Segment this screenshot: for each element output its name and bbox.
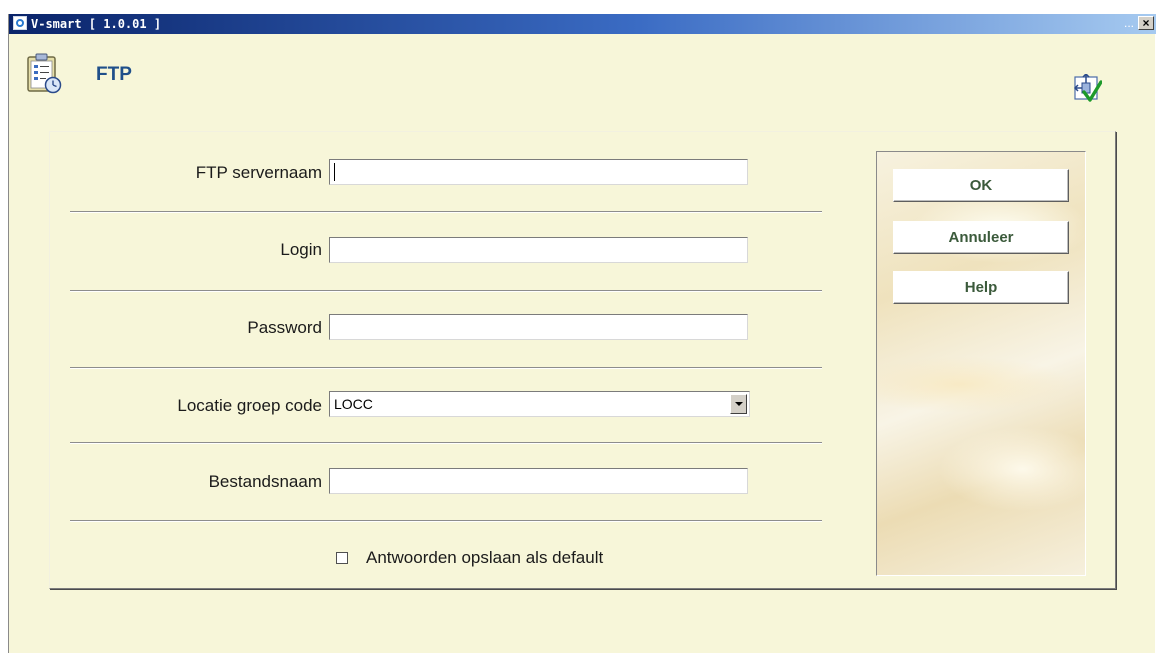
password-label: Password [247, 318, 322, 337]
filename-label: Bestandsnaam [208, 472, 322, 491]
window-title: V-smart [ 1.0.01 ] [31, 17, 162, 31]
close-button[interactable]: × [1138, 16, 1154, 30]
login-label: Login [280, 240, 322, 259]
app-icon [13, 16, 27, 30]
cancel-button[interactable]: Annuleer [893, 221, 1069, 254]
location-group-value: LOCC [334, 396, 373, 412]
title-bar[interactable]: V-smart [ 1.0.01 ] ... × [9, 14, 1156, 34]
divider [70, 211, 822, 213]
divider [70, 367, 822, 369]
save-default-checkbox[interactable] [336, 552, 348, 564]
page-title: FTP [96, 64, 132, 85]
help-button[interactable]: Help [893, 271, 1069, 304]
clipboard-clock-icon [27, 53, 62, 94]
filename-input[interactable] [329, 468, 748, 494]
ok-button[interactable]: OK [893, 169, 1069, 202]
divider [70, 520, 822, 522]
password-input[interactable] [329, 314, 748, 340]
location-group-label: Locatie groep code [177, 396, 322, 415]
login-input[interactable] [329, 237, 748, 263]
ftp-server-input[interactable] [329, 159, 748, 185]
move-checkmark-icon[interactable] [1074, 74, 1102, 102]
title-overflow-dots: ... [1123, 16, 1134, 30]
divider [70, 290, 822, 292]
location-group-select[interactable]: LOCC [329, 391, 750, 417]
text-caret [334, 163, 335, 181]
save-default-label: Antwoorden opslaan als default [366, 548, 604, 567]
ftp-server-label: FTP servernaam [195, 163, 322, 182]
divider [70, 442, 822, 444]
button-panel [876, 151, 1086, 576]
chevron-down-icon[interactable] [730, 394, 747, 414]
